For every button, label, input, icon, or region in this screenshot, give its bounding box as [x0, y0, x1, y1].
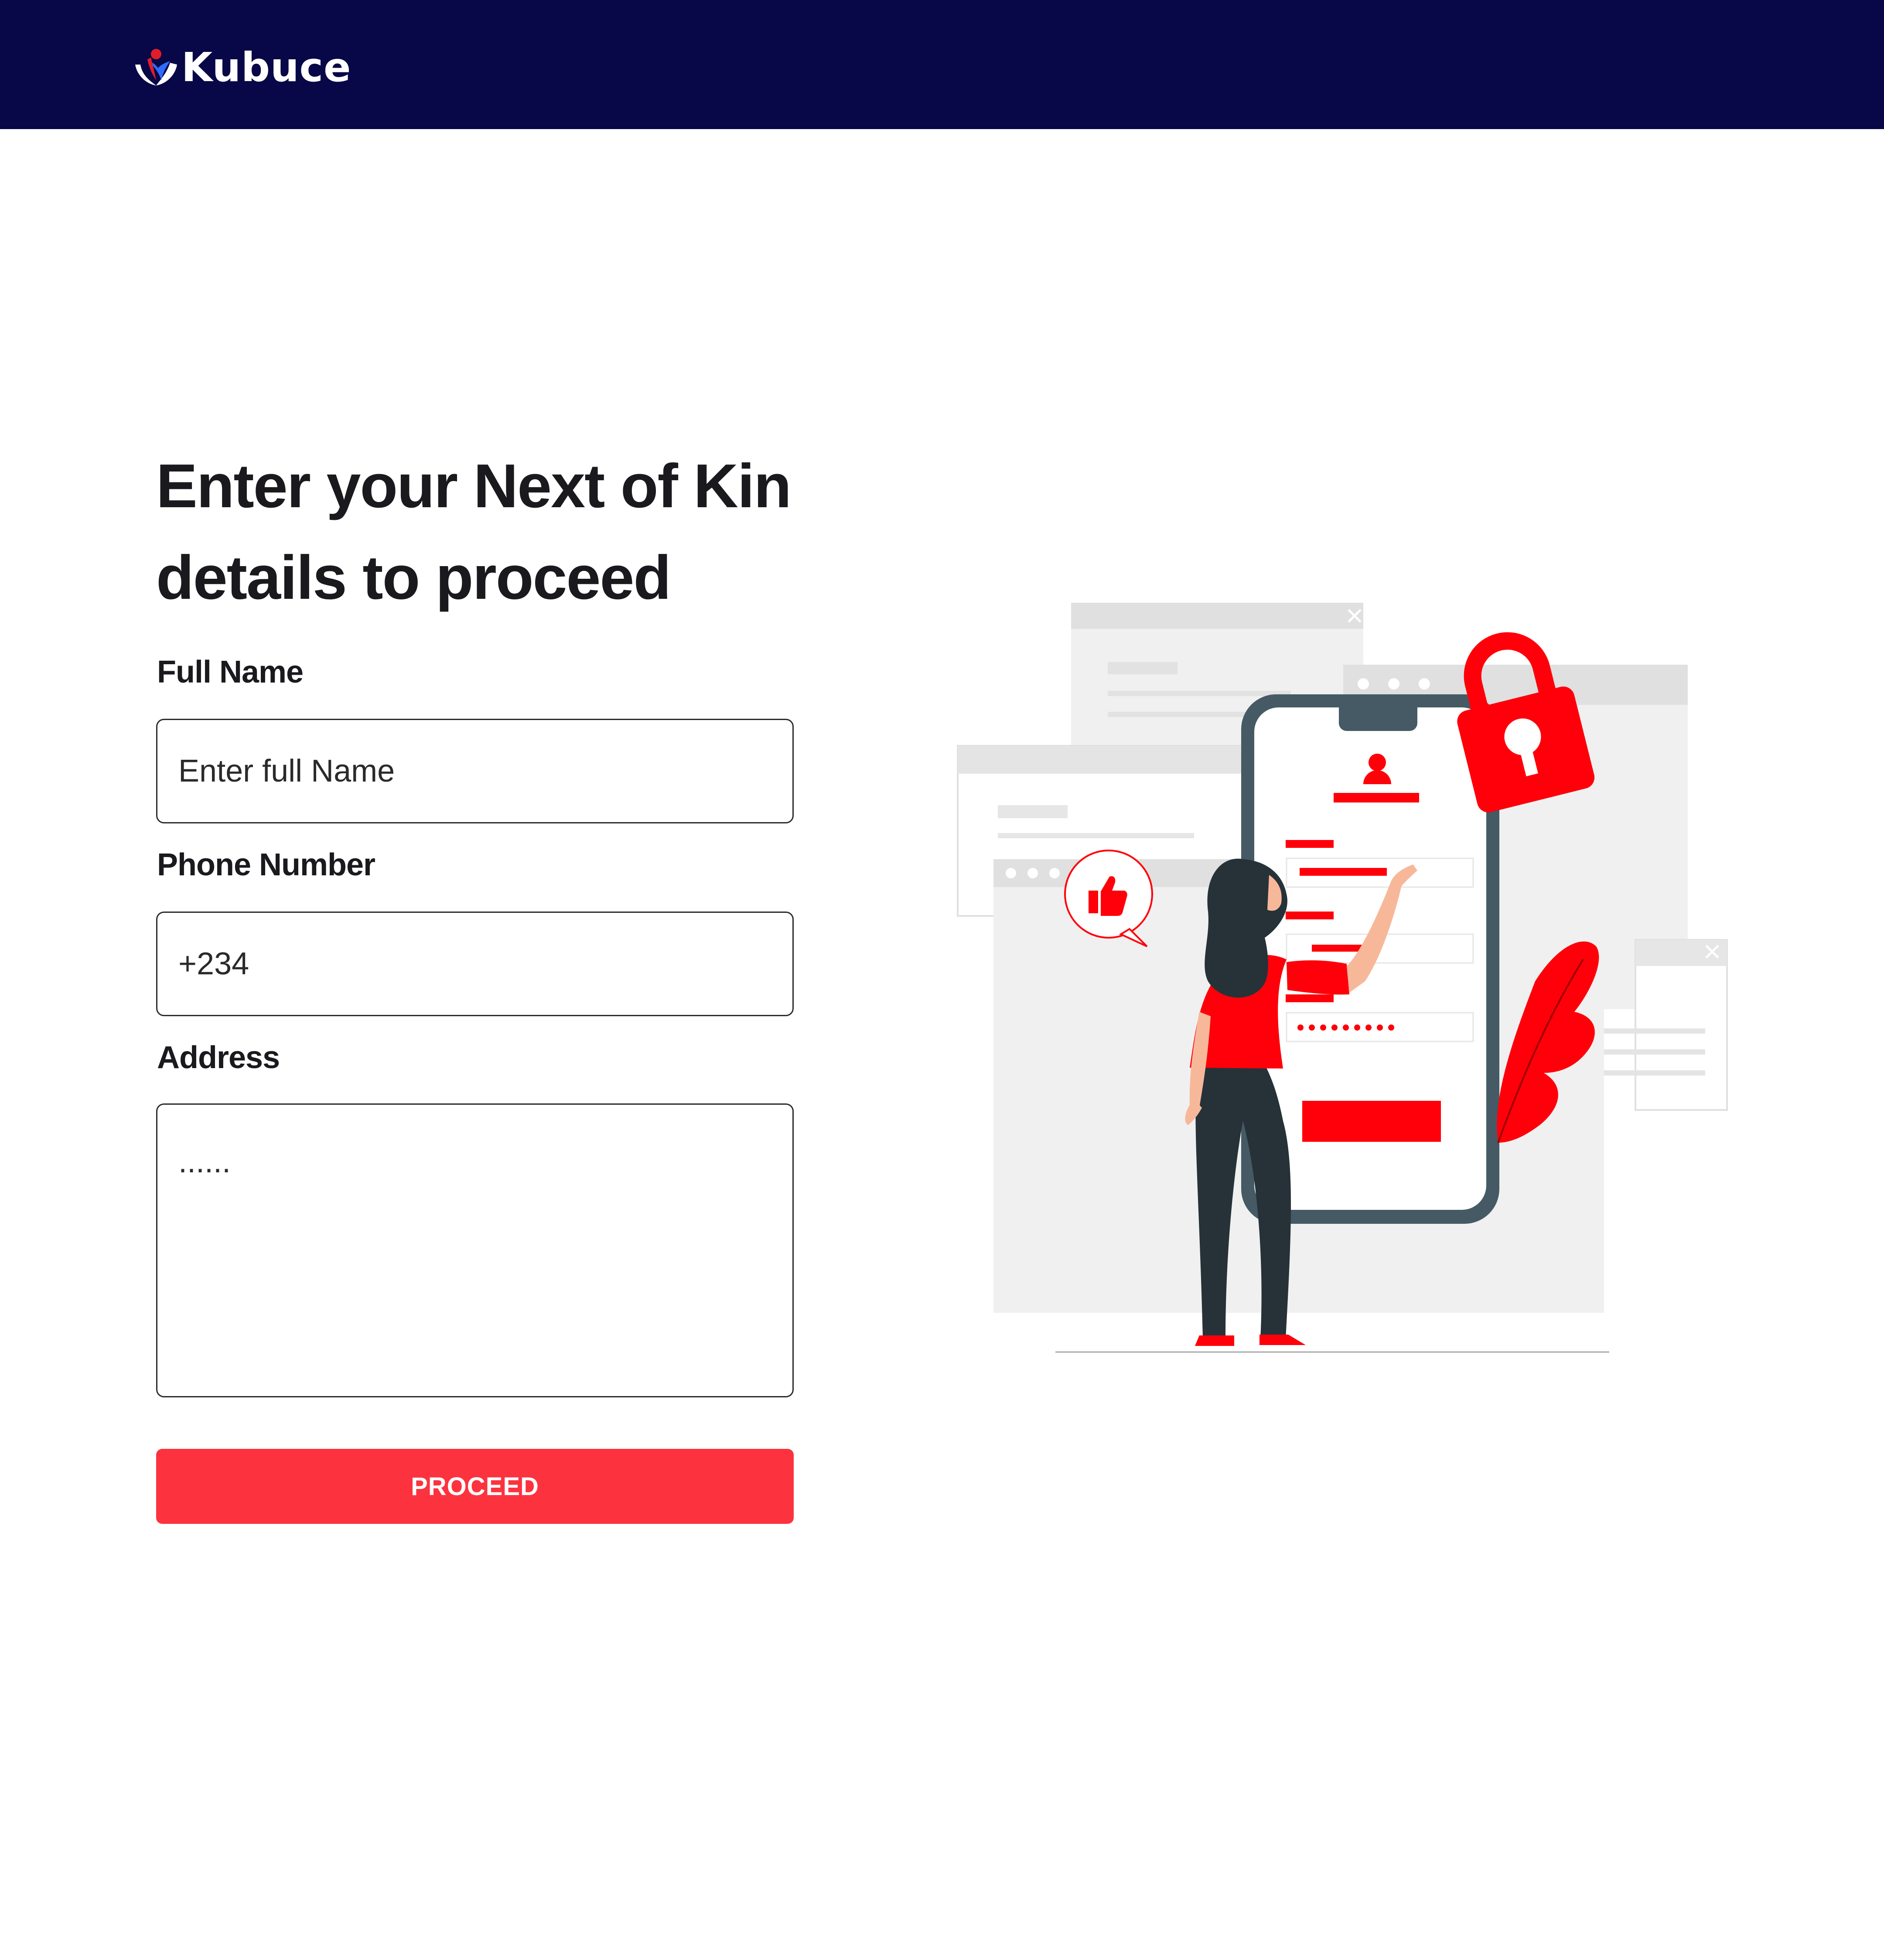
full-name-input[interactable] [157, 720, 792, 822]
page-title-line-1: Enter your Next of Kin [156, 451, 792, 521]
brand-name: Kubuce [181, 44, 352, 91]
address-textarea[interactable] [157, 1105, 792, 1396]
phone-number-field-container [156, 912, 794, 1016]
brand-logo[interactable]: Kubuce [132, 44, 352, 91]
address-label: Address [157, 1040, 280, 1075]
phone-submit-button-graphic [1302, 1101, 1441, 1142]
page-title-line-2: details to proceed [156, 543, 671, 612]
woman-filling-secure-mobile-form-illustration [957, 603, 1728, 1353]
proceed-button[interactable]: PROCEED [156, 1449, 794, 1524]
kubuce-hands-heart-icon [135, 49, 177, 85]
full-name-label: Full Name [157, 655, 304, 690]
address-field-container [156, 1103, 794, 1397]
full-name-field-container [156, 719, 794, 823]
phone-number-label: Phone Number [157, 847, 375, 882]
user-avatar-icon [1369, 754, 1386, 771]
phone-number-input[interactable] [157, 913, 792, 1015]
top-navbar: Kubuce [0, 0, 1884, 129]
page-title: Enter your Next of Kin details to procee… [156, 440, 854, 624]
